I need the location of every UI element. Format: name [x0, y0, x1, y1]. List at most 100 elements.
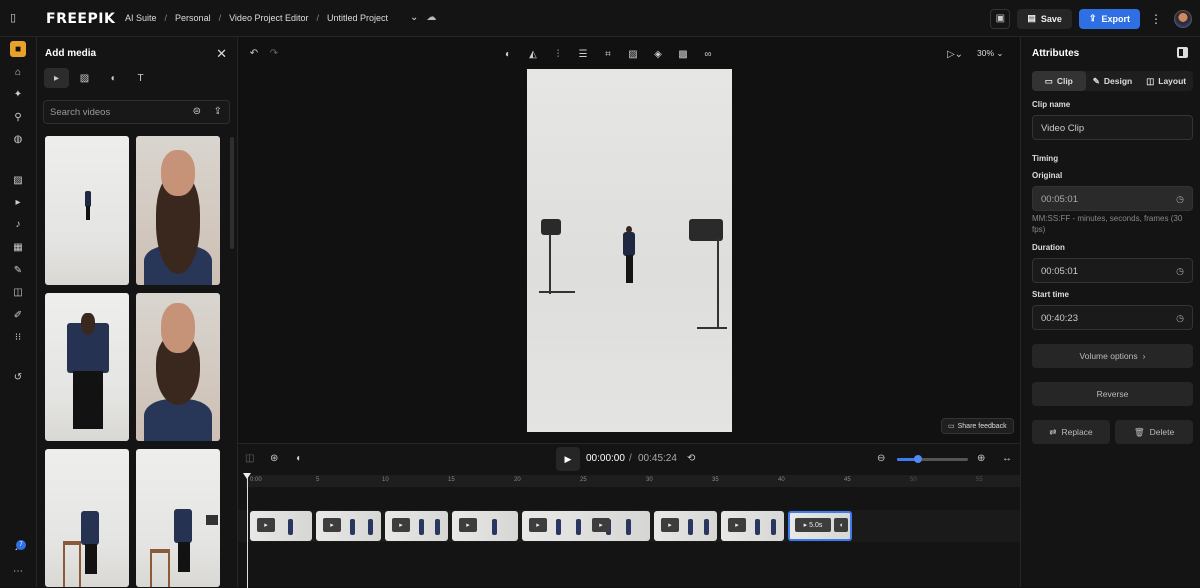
scrollbar[interactable] — [230, 137, 234, 249]
timeline-clip[interactable]: ▸ — [654, 511, 717, 541]
history-icon[interactable]: ↺ — [10, 369, 26, 385]
clock-icon[interactable]: ◷ — [1176, 313, 1184, 324]
video-icon[interactable]: ▸ — [10, 194, 26, 210]
attributes-title: Attributes — [1032, 48, 1080, 59]
timeline-clip[interactable]: ▸ — [385, 511, 448, 541]
play-button[interactable]: ▶ — [556, 447, 580, 471]
zoom-in-icon[interactable]: ⊕ — [977, 453, 985, 464]
replace-button[interactable]: ⇄ Replace — [1032, 420, 1110, 444]
tab-images[interactable]: ▨ — [72, 68, 97, 88]
template-icon[interactable]: ▦ — [10, 239, 26, 255]
ruler-tick: 35 — [712, 477, 719, 483]
search-icon[interactable]: ⚲ — [10, 109, 26, 125]
video-thumbnail[interactable] — [136, 449, 220, 587]
clip-name-input[interactable]: Video Clip — [1032, 115, 1193, 140]
video-preview[interactable] — [527, 69, 732, 432]
tab-layout[interactable]: ◫ Layout — [1139, 71, 1193, 91]
playhead[interactable] — [243, 473, 251, 588]
detect-icon[interactable]: ⊛ — [270, 453, 278, 464]
start-time-input[interactable]: 00:40:23 ◷ — [1032, 305, 1193, 330]
globe-icon[interactable]: ◍ — [10, 131, 26, 147]
audio-wave-icon[interactable]: ⫶ — [551, 47, 565, 61]
fit-timeline-icon[interactable]: ↔ — [1002, 453, 1012, 464]
home-icon[interactable]: ⌂ — [10, 64, 26, 80]
tab-clip[interactable]: ▭ Clip — [1032, 71, 1086, 91]
redo-icon[interactable]: ↷ — [267, 46, 281, 60]
filter-icon[interactable]: ⊜ — [193, 106, 201, 117]
brand-kit-icon[interactable]: ■ — [10, 41, 26, 57]
freepik-logo[interactable]: FREEPIK — [46, 11, 115, 27]
play-mode-icon[interactable]: ▷⌄ — [944, 47, 966, 61]
video-thumbnail[interactable] — [45, 136, 129, 285]
zoom-slider[interactable] — [897, 455, 968, 463]
delete-button[interactable]: 🗑 Delete — [1115, 420, 1193, 444]
more-icon[interactable]: ⋯ — [10, 563, 26, 579]
upload-icon[interactable]: ⇪ — [214, 106, 222, 117]
tab-layout-label: Layout — [1158, 76, 1187, 86]
undo-icon[interactable]: ↶ — [247, 46, 261, 60]
timeline-clip[interactable]: ▸ — [721, 511, 784, 541]
video-thumbnail[interactable] — [45, 449, 129, 587]
tab-text[interactable]: T — [128, 68, 153, 88]
video-thumbnail[interactable] — [136, 136, 220, 285]
timeline-clip[interactable]: ▸ ▸ — [522, 511, 650, 541]
split-icon[interactable]: ◫ — [245, 453, 254, 464]
export-button[interactable]: ⇪ Export — [1078, 8, 1140, 29]
more-options-icon[interactable]: ⋮ — [1150, 12, 1162, 26]
reverse-button[interactable]: Reverse — [1032, 382, 1193, 406]
duration-input[interactable]: 00:05:01 ◷ — [1032, 258, 1193, 283]
apps-icon[interactable]: ⁝⁝ — [10, 329, 26, 345]
close-icon[interactable]: ✕ — [216, 46, 227, 62]
contrast-icon[interactable]: ◐ — [501, 47, 515, 61]
studio-light — [206, 515, 218, 525]
audio-icon[interactable]: ◖ — [834, 518, 848, 532]
adjust-icon[interactable]: ☰ — [576, 47, 590, 61]
volume-icon[interactable]: ◖ — [295, 453, 301, 464]
user-avatar[interactable] — [1174, 9, 1192, 28]
save-button[interactable]: ▤ Save — [1017, 8, 1072, 29]
export-label: Export — [1101, 13, 1130, 24]
save-icon: ▤ — [1027, 13, 1036, 23]
audio-icon[interactable]: ♪ — [10, 216, 26, 232]
current-time: 00:00:00 — [586, 453, 625, 464]
chevron-down-icon[interactable]: ⌄ — [410, 12, 418, 23]
timeline-clip-selected[interactable]: ▸ 5.0s ◖ — [788, 511, 852, 541]
timeline-clip[interactable]: ▸ — [316, 511, 381, 541]
flip-icon[interactable]: ◭ — [526, 47, 540, 61]
clip-duration-badge: ▸ 5.0s — [795, 518, 831, 532]
edit-icon[interactable]: ✎ — [10, 262, 26, 278]
video-thumbnail[interactable] — [136, 293, 220, 441]
image-icon[interactable]: ▨ — [10, 172, 26, 188]
ai-sparkle-icon[interactable]: ✦ — [10, 86, 26, 102]
timeline-clip[interactable]: ▸ — [452, 511, 518, 541]
panel-layout-icon[interactable] — [1177, 47, 1188, 58]
search-input[interactable]: Search videos ⊜ ⇪ — [43, 100, 230, 124]
timeline-clip[interactable]: ▸ — [250, 511, 312, 541]
grid-icon[interactable]: ▩ — [676, 47, 690, 61]
crumb-personal[interactable]: Personal — [175, 13, 211, 23]
effects-icon[interactable]: ◫ — [10, 284, 26, 300]
brush-icon[interactable]: ✐ — [10, 307, 26, 323]
sidebar-toggle-icon[interactable]: ▯ — [10, 11, 16, 24]
tab-videos[interactable]: ▸ — [44, 68, 69, 88]
clock-icon[interactable]: ◷ — [1176, 266, 1184, 277]
zoom-slider-handle[interactable] — [914, 455, 923, 463]
time-ruler[interactable]: 0:00 5 10 15 20 25 30 35 40 45 50 55 — [246, 475, 1020, 487]
timeline: ◫ ⊛ ◖ ▶ 00:00:00 / 00:45:24 ⟲ ⊖ ⊕ ↔ 0:00… — [238, 443, 1020, 588]
preview-icon[interactable]: ▣ — [990, 8, 1011, 29]
volume-options-button[interactable]: Volume options › — [1032, 344, 1193, 368]
share-feedback-button[interactable]: ▭ Share feedback — [941, 418, 1014, 434]
zoom-select[interactable]: 30% ⌄ — [977, 48, 1004, 59]
image-icon[interactable]: ▨ — [626, 47, 640, 61]
tab-design[interactable]: ✎ Design — [1086, 71, 1140, 91]
crumb-video-project-editor[interactable]: Video Project Editor — [229, 13, 308, 23]
mask-icon[interactable]: ◈ — [651, 47, 665, 61]
link-icon[interactable]: ∞ — [701, 47, 715, 61]
loop-icon[interactable]: ⟲ — [687, 453, 695, 464]
zoom-out-icon[interactable]: ⊖ — [877, 453, 885, 464]
tab-audio[interactable]: ◖ — [100, 68, 125, 88]
crumb-project-name[interactable]: Untitled Project — [327, 13, 388, 23]
video-thumbnail[interactable] — [45, 293, 129, 441]
crop-icon[interactable]: ⌗ — [601, 47, 615, 61]
crumb-ai-suite[interactable]: AI Suite — [125, 13, 157, 23]
